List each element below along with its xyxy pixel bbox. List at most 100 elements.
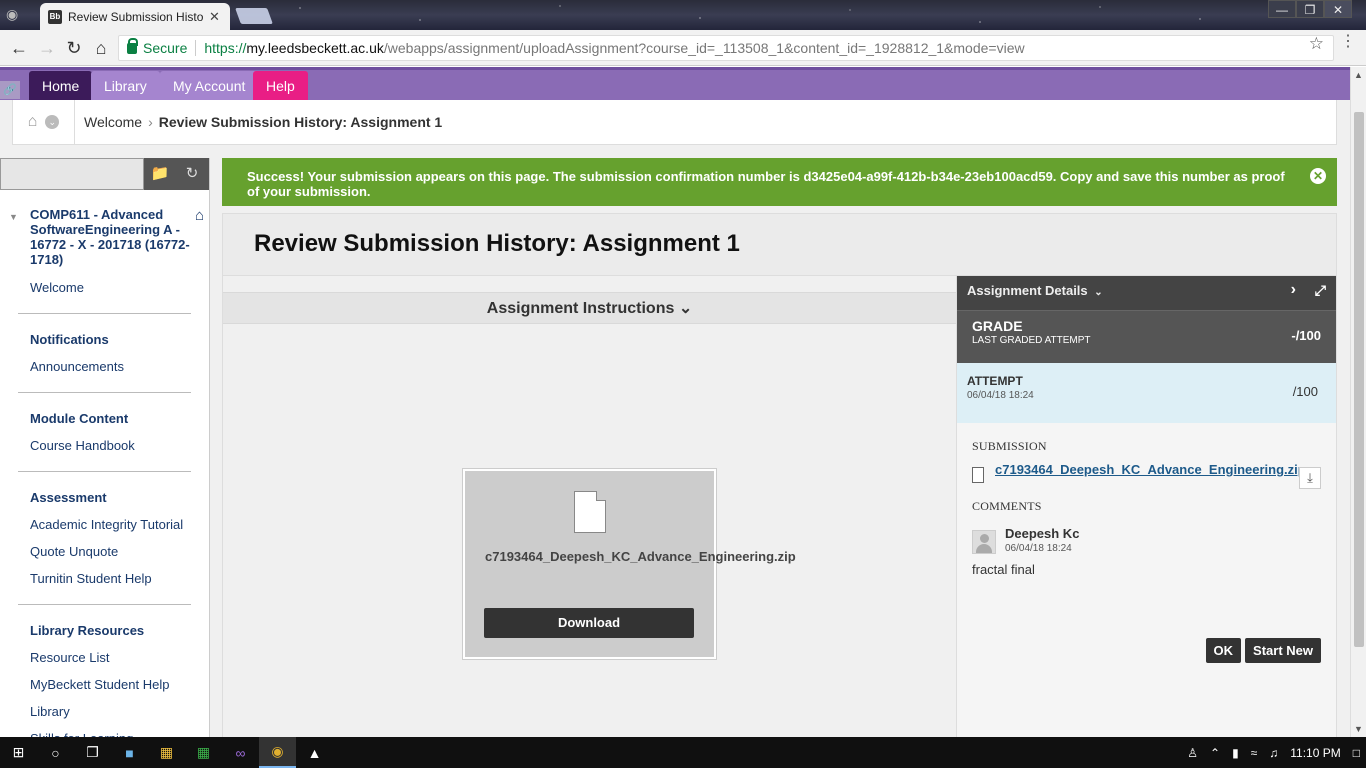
- sidebar-item-assessment[interactable]: Assessment: [0, 484, 209, 511]
- details-header[interactable]: Assignment Details ⌄ › ⤢: [957, 276, 1336, 310]
- windows-taskbar: ⊞ ○ ❐ ■ ▦ ▦ ∞ ◉ ▲ ♙ ⌃ ▮ ≈ ♫ 11:10 PM □: [0, 737, 1366, 768]
- close-window-icon[interactable]: ✕: [1324, 0, 1352, 18]
- breadcrumb-home: ⌂ ⌄: [13, 99, 75, 145]
- reload-icon[interactable]: ↻: [63, 37, 85, 59]
- minimize-icon[interactable]: —: [1268, 0, 1296, 18]
- sidebar-item-library-resources[interactable]: Library Resources: [0, 617, 209, 644]
- forward-icon[interactable]: →: [36, 37, 58, 59]
- page-title-bar: Review Submission History: Assignment 1: [223, 214, 1336, 276]
- tab-help[interactable]: Help: [253, 71, 308, 102]
- ok-button[interactable]: OK: [1205, 638, 1242, 663]
- course-home-icon[interactable]: ⌂: [195, 207, 204, 224]
- photos-icon[interactable]: ▲: [296, 737, 333, 768]
- sidebar-search-input[interactable]: [0, 158, 144, 190]
- attempt-date: 06/04/18 18:24: [967, 390, 1034, 401]
- divider: [18, 471, 191, 472]
- sidebar-item-turnitin[interactable]: Turnitin Student Help: [0, 565, 209, 592]
- notification-icon[interactable]: □: [1353, 746, 1360, 760]
- tab-my-account[interactable]: My Account: [160, 71, 259, 102]
- omnibox-divider: [195, 40, 197, 56]
- visual-studio-icon[interactable]: ∞: [222, 737, 259, 768]
- assignment-instructions-toggle[interactable]: Assignment Instructions ⌄: [223, 292, 956, 324]
- secure-label: Secure: [143, 40, 188, 56]
- file-preview-card: c7193464_Deepesh_KC_Advance_Engineering.…: [463, 469, 796, 659]
- battery-icon[interactable]: ▮: [1232, 746, 1239, 760]
- alert-message: Success! Your submission appears on this…: [247, 169, 1285, 199]
- success-alert: Success! Your submission appears on this…: [222, 158, 1337, 206]
- chrome-icon[interactable]: ◉: [259, 737, 296, 768]
- menu-icon[interactable]: ⋮: [1340, 34, 1356, 50]
- volume-icon[interactable]: ♫: [1269, 746, 1278, 760]
- lock-icon: [127, 37, 138, 54]
- folder-icon[interactable]: 📁: [144, 158, 176, 190]
- back-icon[interactable]: ←: [8, 37, 30, 59]
- people-icon[interactable]: ♙: [1187, 746, 1198, 760]
- new-tab-button[interactable]: [235, 8, 273, 24]
- refresh-icon[interactable]: ↻: [176, 158, 208, 190]
- system-tray: ♙ ⌃ ▮ ≈ ♫ 11:10 PM □: [1181, 737, 1366, 768]
- chevron-down-icon: ⌄: [1094, 287, 1103, 298]
- url-host: my.leedsbeckett.ac.uk: [246, 40, 384, 56]
- sidebar-item-welcome[interactable]: Welcome: [0, 274, 209, 301]
- submission-file-link[interactable]: c7193464_Deepesh_KC_Advance_Engineering.…: [995, 462, 1306, 477]
- scroll-down-icon[interactable]: ▼: [1354, 724, 1363, 734]
- task-view-icon[interactable]: ❐: [74, 737, 111, 768]
- attempt-row[interactable]: ATTEMPT 06/04/18 18:24 /100: [957, 363, 1336, 423]
- divider: [18, 604, 191, 605]
- chevron-down-icon: ⌄: [678, 300, 693, 317]
- sidebar-item-module-content[interactable]: Module Content: [0, 405, 209, 432]
- close-circle-icon[interactable]: ✕: [1310, 168, 1326, 184]
- start-new-button[interactable]: Start New: [1245, 638, 1321, 663]
- breadcrumb: ⌂ ⌄ Welcome › Review Submission History:…: [12, 99, 1337, 145]
- comment-text: fractal final: [972, 562, 1035, 577]
- tab-library[interactable]: Library: [91, 71, 160, 102]
- file-explorer-icon[interactable]: ▦: [148, 737, 185, 768]
- tab-home[interactable]: Home: [29, 71, 93, 102]
- course-name[interactable]: COMP611 - Advanced SoftwareEngineering A…: [30, 207, 190, 267]
- sidebar-item-skills[interactable]: Skills for Learning: [0, 725, 209, 737]
- excel-icon[interactable]: ▦: [185, 737, 222, 768]
- house-icon[interactable]: ⌂: [28, 113, 38, 131]
- store-icon[interactable]: ■: [111, 737, 148, 768]
- sidebar-item-notifications[interactable]: Notifications: [0, 326, 209, 353]
- scroll-up-icon[interactable]: ▲: [1354, 70, 1363, 80]
- sidebar-item-integrity[interactable]: Academic Integrity Tutorial: [0, 511, 209, 538]
- chevron-right-icon[interactable]: ›: [1291, 281, 1296, 299]
- clock[interactable]: 11:10 PM: [1290, 746, 1340, 760]
- comments-label: COMMENTS: [972, 499, 1042, 513]
- comment-item: Deepesh Kc 06/04/18 18:24: [957, 514, 1336, 558]
- collapse-triangle-icon[interactable]: ▼: [9, 212, 18, 222]
- expand-icon[interactable]: ⤢: [1315, 282, 1326, 299]
- pin-icon[interactable]: 🔗: [0, 81, 20, 99]
- browser-tab[interactable]: Bb Review Submission Histo ✕: [40, 3, 230, 30]
- restore-icon[interactable]: ❐: [1296, 0, 1324, 18]
- breadcrumb-welcome[interactable]: Welcome: [84, 114, 142, 130]
- sidebar-item-resource-list[interactable]: Resource List: [0, 644, 209, 671]
- grade-row: GRADE LAST GRADED ATTEMPT -/100: [957, 310, 1336, 363]
- user-icon[interactable]: ◉: [6, 6, 24, 24]
- page-scrollbar[interactable]: ▲ ▼: [1350, 67, 1366, 737]
- avatar-icon: [972, 530, 996, 554]
- star-icon[interactable]: ☆: [1309, 34, 1324, 54]
- chevron-up-icon[interactable]: ⌃: [1210, 746, 1220, 760]
- close-tab-icon[interactable]: ✕: [209, 9, 220, 25]
- sidebar-item-course-handbook[interactable]: Course Handbook: [0, 432, 209, 459]
- download-icon[interactable]: ⤓: [1299, 467, 1321, 489]
- course-header: ▼ COMP611 - Advanced SoftwareEngineering…: [0, 190, 209, 267]
- home-icon[interactable]: ⌂: [90, 37, 112, 59]
- search-circle-icon[interactable]: ○: [37, 737, 74, 768]
- sidebar-item-quote[interactable]: Quote Unquote: [0, 538, 209, 565]
- sidebar-item-mybeckett[interactable]: MyBeckett Student Help: [0, 671, 209, 698]
- network-icon[interactable]: ≈: [1251, 746, 1258, 760]
- panel-actions: OK Start New: [1205, 638, 1321, 663]
- grade-label: GRADE: [972, 318, 1023, 334]
- chevron-circle-icon[interactable]: ⌄: [45, 115, 60, 129]
- scrollbar-thumb[interactable]: [1354, 112, 1364, 647]
- sidebar-item-library[interactable]: Library: [0, 698, 209, 725]
- url-input[interactable]: Secure https://my.leedsbeckett.ac.uk/web…: [118, 35, 1334, 61]
- window-titlebar: ◉ Bb Review Submission Histo ✕ — ❐ ✕: [0, 0, 1366, 30]
- windows-icon[interactable]: ⊞: [0, 737, 37, 768]
- sidebar-item-announcements[interactable]: Announcements: [0, 353, 209, 380]
- download-button[interactable]: Download: [484, 608, 694, 638]
- web-page: 🔗 Home Library My Account Help ⌂ ⌄ Welco…: [0, 67, 1350, 737]
